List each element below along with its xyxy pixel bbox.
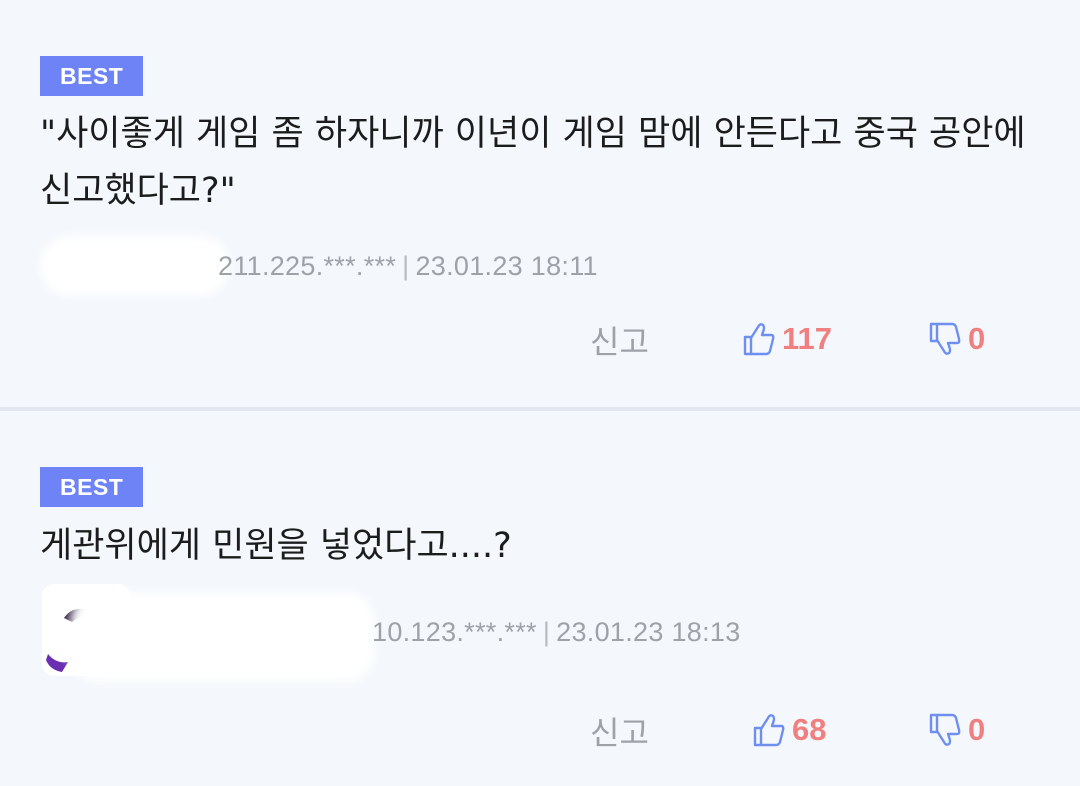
best-badge: BEST bbox=[40, 467, 144, 507]
author-name-redacted bbox=[40, 236, 230, 296]
report-button[interactable]: 신고 bbox=[590, 708, 649, 754]
thumbs-up-icon bbox=[752, 712, 786, 748]
dislike-button[interactable]: 0 bbox=[928, 710, 985, 750]
comment-text: "사이좋게 게임 좀 하자니까 이년이 게임 맘에 안든다고 중국 공안에 신고… bbox=[40, 114, 1037, 211]
like-button[interactable]: 117 bbox=[742, 319, 832, 359]
like-count: 117 bbox=[782, 321, 833, 356]
author-ip: 10.123.***.*** bbox=[372, 617, 537, 647]
comment-actions: 신고 117 0 bbox=[0, 313, 1080, 363]
thumbs-down-icon bbox=[928, 712, 962, 748]
best-badge: BEST bbox=[40, 56, 144, 96]
comment-item: BEST 게관위에게 민원을 넣었다고....? 10.123.***.*** |… bbox=[0, 412, 1080, 786]
comment-divider bbox=[0, 407, 1080, 411]
thumbs-up-icon bbox=[742, 321, 776, 357]
comment-item: BEST "사이좋게 게임 좀 하자니까 이년이 게임 맘에 안든다고 중국 공… bbox=[0, 0, 1080, 408]
meta-separator: | bbox=[402, 251, 410, 281]
comment-meta: 10.123.***.*** | 23.01.23 18:13 bbox=[372, 617, 741, 648]
dislike-count: 0 bbox=[968, 712, 986, 747]
report-button[interactable]: 신고 bbox=[590, 317, 649, 363]
comment-actions: 신고 68 0 bbox=[0, 704, 1080, 754]
author-name-redacted bbox=[70, 592, 375, 682]
like-count: 68 bbox=[792, 712, 827, 747]
thumbs-down-icon bbox=[928, 321, 962, 357]
comment-datetime: 23.01.23 18:11 bbox=[415, 251, 598, 281]
dislike-button[interactable]: 0 bbox=[928, 319, 985, 359]
comment-meta: 211.225.***.*** | 23.01.23 18:11 bbox=[218, 251, 598, 282]
meta-separator: | bbox=[542, 617, 551, 647]
comment-text: 게관위에게 민원을 넣었다고....? bbox=[40, 526, 512, 566]
author-ip: 211.225.***.*** bbox=[218, 251, 397, 281]
dislike-count: 0 bbox=[968, 321, 986, 356]
comment-datetime: 23.01.23 18:13 bbox=[556, 617, 741, 647]
like-button[interactable]: 68 bbox=[752, 710, 826, 750]
